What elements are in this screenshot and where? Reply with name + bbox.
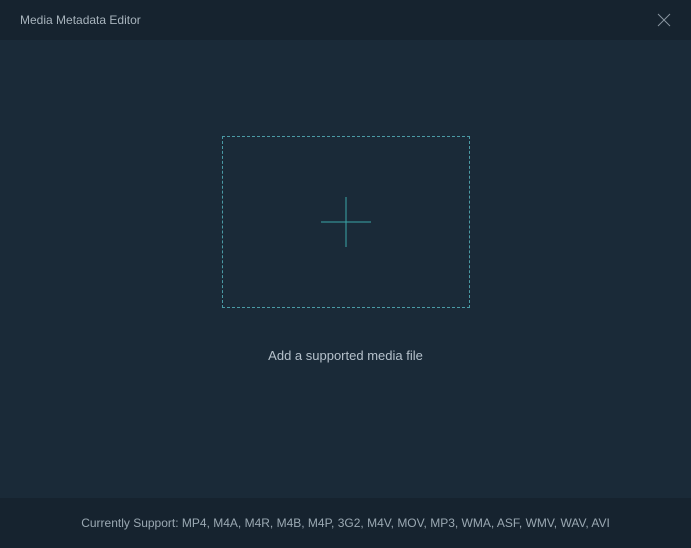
plus-icon: [321, 197, 371, 247]
main-content: Add a supported media file: [0, 40, 691, 498]
titlebar-title: Media Metadata Editor: [20, 13, 141, 27]
close-icon[interactable]: [657, 13, 671, 27]
dropzone-label: Add a supported media file: [268, 348, 423, 363]
add-media-dropzone[interactable]: [222, 136, 470, 308]
footer-bar: Currently Support: MP4, M4A, M4R, M4B, M…: [0, 498, 691, 548]
titlebar: Media Metadata Editor: [0, 0, 691, 40]
supported-formats-text: Currently Support: MP4, M4A, M4R, M4B, M…: [81, 516, 610, 530]
